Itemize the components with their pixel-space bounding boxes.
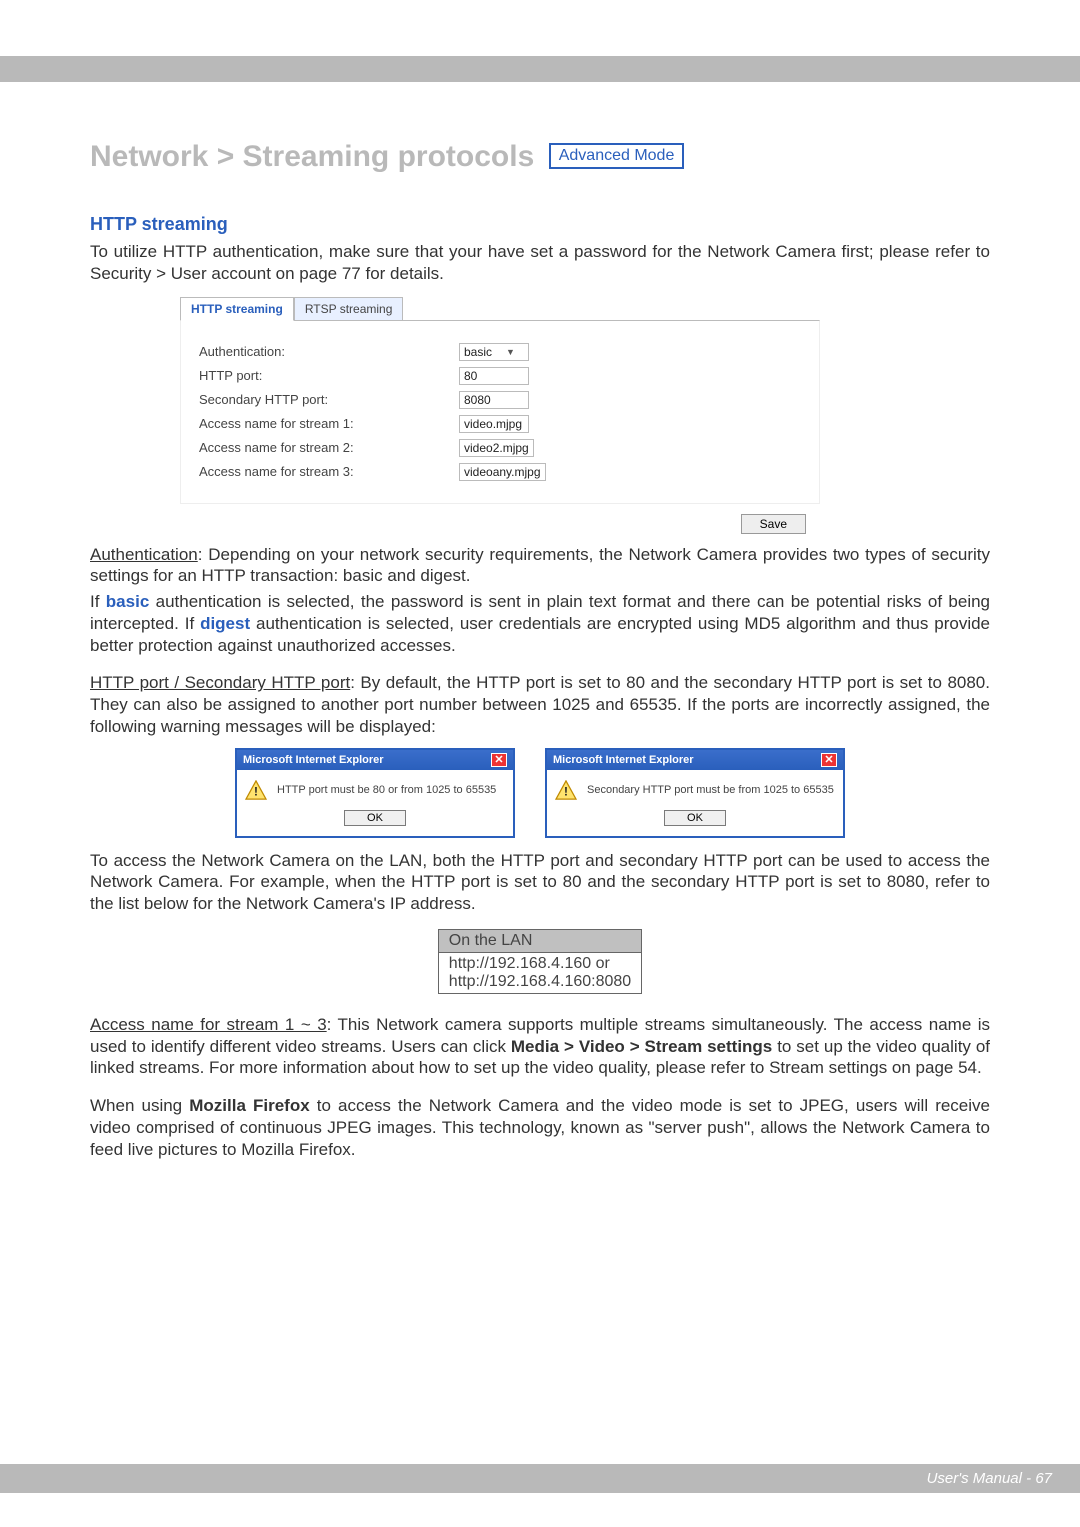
auth-value: basic xyxy=(464,345,492,359)
mode-badge: Advanced Mode xyxy=(549,143,685,169)
lan-paragraph: To access the Network Camera on the LAN,… xyxy=(90,850,990,915)
lan-url-1: http://192.168.4.160 or xyxy=(449,955,631,973)
warning-icon: ! xyxy=(555,780,577,800)
close-icon[interactable]: ✕ xyxy=(821,753,837,767)
dialog-message: HTTP port must be 80 or from 1025 to 655… xyxy=(277,784,496,796)
warning-icon: ! xyxy=(245,780,267,800)
auth-label: Authentication: xyxy=(199,344,459,359)
ok-button[interactable]: OK xyxy=(344,810,406,826)
save-button[interactable]: Save xyxy=(741,514,806,534)
lan-address-table: On the LAN http://192.168.4.160 or http:… xyxy=(438,929,642,994)
tab-rtsp-streaming[interactable]: RTSP streaming xyxy=(294,297,404,321)
access3-label: Access name for stream 3: xyxy=(199,464,459,479)
access2-label: Access name for stream 2: xyxy=(199,440,459,455)
access2-input[interactable]: video2.mjpg xyxy=(459,439,534,457)
dialog-title: Microsoft Internet Explorer xyxy=(243,754,384,766)
page-title: Network > Streaming protocols xyxy=(90,140,534,174)
lan-url-2: http://192.168.4.160:8080 xyxy=(449,973,631,991)
port-paragraph: HTTP port / Secondary HTTP port: By defa… xyxy=(90,672,990,737)
basic-digest-paragraph: If basic authentication is selected, the… xyxy=(90,591,990,656)
tab-http-streaming[interactable]: HTTP streaming xyxy=(180,297,294,321)
page-footer: User's Manual - 67 xyxy=(0,1464,1080,1493)
access3-input[interactable]: videoany.mjpg xyxy=(459,463,546,481)
section-heading: HTTP streaming xyxy=(90,214,990,235)
http-port-label: HTTP port: xyxy=(199,368,459,383)
access1-label: Access name for stream 1: xyxy=(199,416,459,431)
firefox-paragraph: When using Mozilla Firefox to access the… xyxy=(90,1095,990,1160)
close-icon[interactable]: ✕ xyxy=(491,753,507,767)
http-port-input[interactable]: 80 xyxy=(459,367,529,385)
lan-header: On the LAN xyxy=(438,929,641,952)
dialog-secondary-port: Microsoft Internet Explorer ✕ ! Secondar… xyxy=(545,748,845,838)
dialog-message: Secondary HTTP port must be from 1025 to… xyxy=(587,784,834,796)
config-panel: HTTP streaming RTSP streaming Authentica… xyxy=(180,297,820,534)
warning-dialogs: Microsoft Internet Explorer ✕ ! HTTP por… xyxy=(90,748,990,838)
access1-input[interactable]: video.mjpg xyxy=(459,415,529,433)
access-paragraph: Access name for stream 1 ~ 3: This Netwo… xyxy=(90,1014,990,1079)
secondary-http-port-label: Secondary HTTP port: xyxy=(199,392,459,407)
auth-select[interactable]: basic ▼ xyxy=(459,343,529,361)
auth-paragraph: Authentication: Depending on your networ… xyxy=(90,544,990,588)
intro-paragraph: To utilize HTTP authentication, make sur… xyxy=(90,241,990,285)
port-lead: HTTP port / Secondary HTTP port xyxy=(90,673,350,692)
svg-text:!: ! xyxy=(254,784,258,798)
ok-button[interactable]: OK xyxy=(664,810,726,826)
secondary-http-port-input[interactable]: 8080 xyxy=(459,391,529,409)
dialog-http-port: Microsoft Internet Explorer ✕ ! HTTP por… xyxy=(235,748,515,838)
svg-text:!: ! xyxy=(564,784,568,798)
brand-label: VIVOTEK xyxy=(964,36,1050,57)
auth-lead: Authentication xyxy=(90,545,198,564)
access-lead: Access name for stream 1 ~ 3 xyxy=(90,1015,327,1034)
chevron-down-icon: ▼ xyxy=(506,347,515,357)
dialog-title: Microsoft Internet Explorer xyxy=(553,754,694,766)
